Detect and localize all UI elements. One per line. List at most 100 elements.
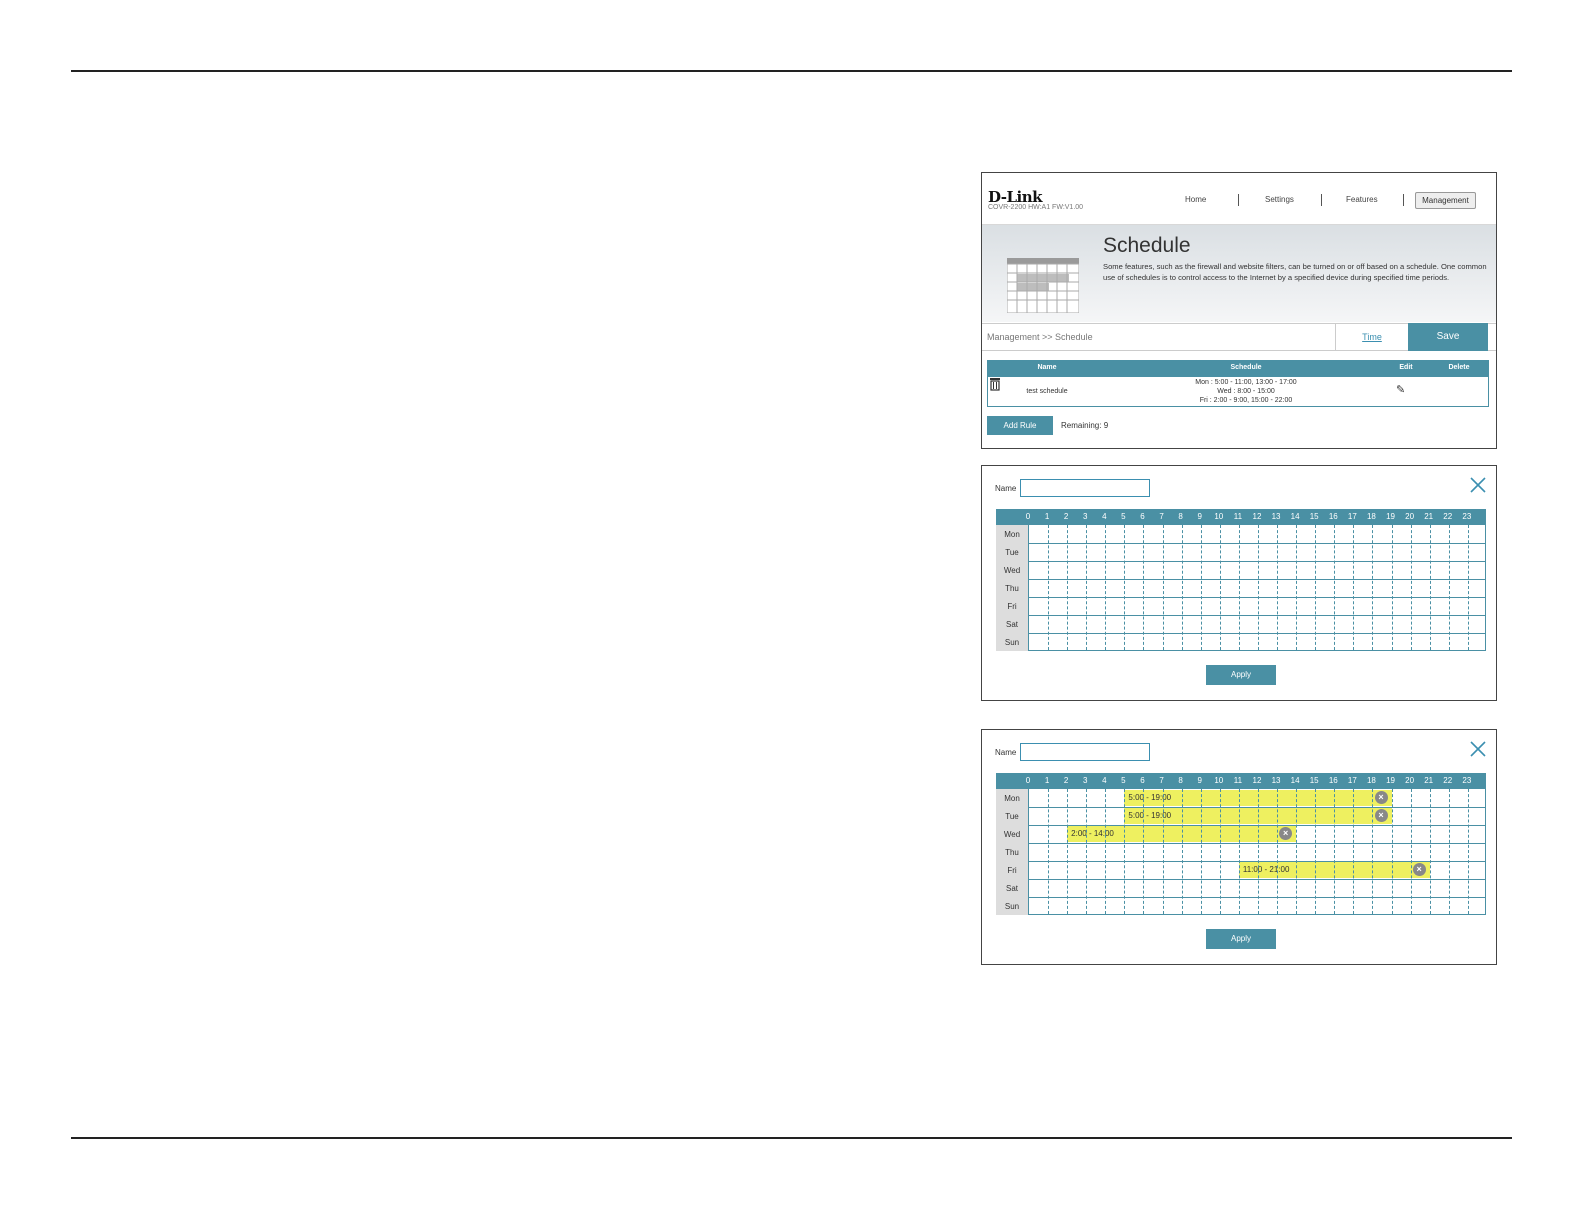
hour-divider	[1067, 789, 1069, 914]
hour-divider	[1467, 789, 1469, 914]
day-label: Sun	[1004, 902, 1020, 911]
hour-divider	[1372, 789, 1374, 914]
column-header-name: Name	[1037, 364, 1057, 371]
nav-separator	[1403, 194, 1404, 206]
hour-label: 13	[1271, 776, 1281, 785]
hour-divider	[1124, 789, 1126, 914]
close-icon[interactable]	[1469, 476, 1487, 494]
schedule-grid[interactable]: 0 1 2 3 4 5 6 7 8 9 10 11 12 13 14 15 16 17 18 19 20 21 22 23 M…	[996, 509, 1486, 652]
hour-divider	[1334, 525, 1336, 650]
hour-divider	[1162, 789, 1164, 914]
name-input[interactable]	[1020, 743, 1150, 761]
add-rule-button[interactable]: Add Rule	[987, 416, 1053, 435]
hour-label: 0	[1025, 512, 1031, 521]
schedule-line: Fri : 2:00 - 9:00, 15:00 - 22:00	[1199, 397, 1293, 404]
hour-divider	[1429, 525, 1431, 650]
hour-label: 11	[1233, 512, 1243, 521]
nav-features[interactable]: Features	[1346, 195, 1378, 204]
day-label: Sat	[1005, 620, 1018, 629]
day-label: Fri	[1007, 866, 1017, 875]
hour-divider	[1238, 525, 1240, 650]
remove-segment-icon[interactable]: ×	[1374, 809, 1388, 822]
save-button[interactable]: Save	[1408, 323, 1488, 351]
day-label: Sat	[1005, 884, 1018, 893]
nav-management[interactable]: Management	[1415, 192, 1476, 209]
schedule-line: Wed : 8:00 - 15:00	[1217, 388, 1275, 395]
segment-label: 2:00 - 14:00	[1071, 829, 1114, 838]
name-input[interactable]	[1020, 479, 1150, 497]
hour-label: 5	[1121, 776, 1126, 785]
hour-label: 18	[1366, 776, 1376, 785]
hour-divider	[1105, 789, 1107, 914]
nav-settings[interactable]: Settings	[1265, 195, 1294, 204]
time-link[interactable]: Time	[1335, 324, 1408, 350]
breadcrumb-bar: Management >> Schedule Time Save	[982, 323, 1496, 351]
hour-divider	[1048, 525, 1050, 650]
hour-divider	[1219, 525, 1221, 650]
hour-label: 3	[1083, 512, 1088, 521]
hour-divider	[1277, 789, 1279, 914]
hour-label: 3	[1083, 776, 1088, 785]
apply-button[interactable]: Apply	[1206, 929, 1276, 949]
hour-label: 18	[1366, 512, 1376, 521]
hour-header: 0 1 2 3 4 5 6 7 8 9 10 11 12 13 14 15 16 17 18 19 20 21 22 23	[996, 509, 1486, 525]
hour-label: 17	[1347, 776, 1357, 785]
hour-divider	[1448, 789, 1450, 914]
top-rule	[71, 70, 1512, 72]
hour-divider	[1086, 525, 1088, 650]
hour-divider	[1181, 789, 1183, 914]
hour-label: 2	[1063, 512, 1069, 521]
hour-divider	[1296, 525, 1298, 650]
hour-label: 19	[1386, 512, 1395, 521]
hour-divider	[1048, 789, 1050, 914]
schedule-grid[interactable]: 0 1 2 3 4 5 6 7 8 9 10 11 12 13 14 15 16 17 18 19 20 21 22 23 M…	[996, 773, 1486, 916]
grid-cells[interactable]	[1028, 525, 1486, 651]
table-header: Name Schedule Edit Delete	[988, 361, 1488, 377]
grid-cells[interactable]: 5:00 - 19:00 × 5:00 - 19:00 × 2:00 - 14:00 × 1…	[1028, 789, 1486, 915]
hour-divider	[1277, 525, 1279, 650]
column-header-schedule: Schedule	[1230, 364, 1262, 371]
model-info: COVR-2200 HW:A1 FW:V1.00	[988, 204, 1084, 211]
hour-label: 15	[1309, 512, 1319, 521]
hour-divider	[1181, 525, 1183, 650]
hour-label: 11	[1233, 776, 1243, 785]
hour-label: 5	[1121, 512, 1126, 521]
hour-label: 23	[1462, 512, 1472, 521]
day-label: Sun	[1004, 638, 1020, 647]
hour-label: 8	[1178, 512, 1183, 521]
hour-divider	[1086, 789, 1088, 914]
hour-divider	[1334, 789, 1336, 914]
day-label: Thu	[1005, 584, 1019, 593]
hour-divider	[1372, 525, 1374, 650]
hour-label: 4	[1102, 776, 1107, 785]
hour-divider	[1391, 789, 1393, 914]
remove-segment-icon[interactable]: ×	[1279, 827, 1293, 840]
hour-label: 21	[1424, 512, 1434, 521]
hour-divider	[1238, 789, 1240, 914]
pencil-icon[interactable]: ✎	[1396, 383, 1405, 396]
day-label: Thu	[1005, 848, 1019, 857]
day-label: Tue	[1005, 812, 1019, 821]
hour-label: 12	[1252, 512, 1262, 521]
name-label: Name	[995, 484, 1017, 493]
hour-divider	[1067, 525, 1069, 650]
schedule-editor-empty: Name 0 1 2 3 4 5 6 7 8 9 10 11 12 13 14 15 16 17 18 19 20 21 2…	[981, 465, 1497, 701]
hour-divider	[1124, 525, 1126, 650]
remove-segment-icon[interactable]: ×	[1412, 863, 1426, 876]
remaining-count: Remaining: 9	[1061, 421, 1109, 430]
nav-separator	[1238, 194, 1239, 206]
day-label: Mon	[1004, 530, 1020, 539]
day-label: Tue	[1005, 548, 1019, 557]
remove-segment-icon[interactable]: ×	[1374, 791, 1388, 804]
row-name: test schedule	[1026, 388, 1068, 395]
close-icon[interactable]	[1469, 740, 1487, 758]
apply-button[interactable]: Apply	[1206, 665, 1276, 685]
hour-divider	[1391, 525, 1393, 650]
hour-label: 17	[1347, 512, 1357, 521]
hour-label: 14	[1290, 776, 1300, 785]
schedule-line: Mon : 5:00 - 11:00, 13:00 - 17:00	[1195, 379, 1297, 386]
hour-divider	[1105, 525, 1107, 650]
day-label: Fri	[1007, 602, 1017, 611]
nav-home[interactable]: Home	[1185, 195, 1206, 204]
day-label: Wed	[1003, 830, 1021, 839]
